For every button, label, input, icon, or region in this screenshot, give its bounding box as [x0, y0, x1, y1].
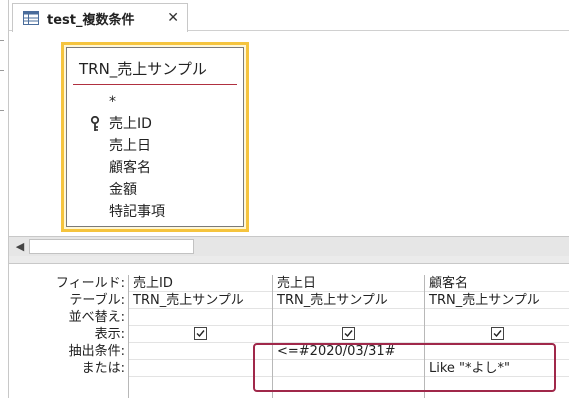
- grid-or-cell[interactable]: [129, 360, 272, 377]
- grid-criteria-cell[interactable]: <=#2020/03/31#: [273, 343, 424, 360]
- design-grid-area: フィールド: テーブル: 並べ替え: 表示: 抽出条件: または: 売上ID T…: [9, 265, 569, 398]
- checkbox-checked-icon[interactable]: [342, 327, 355, 340]
- table-field-list[interactable]: TRN_売上サンプル * 売上ID 売上日 顧客名 金額 特記事項: [61, 42, 249, 232]
- row-label-or: または:: [81, 361, 125, 376]
- row-labels: フィールド: テーブル: 並べ替え: 表示: 抽出条件: または:: [9, 275, 128, 377]
- checkbox-checked-icon[interactable]: [194, 327, 207, 340]
- grid-table-cell[interactable]: TRN_売上サンプル: [129, 292, 272, 309]
- strip-tick: [0, 40, 4, 41]
- grid-column: 売上日 TRN_売上サンプル <=#2020/03/31#: [272, 275, 424, 398]
- horizontal-scrollbar[interactable]: ◀: [9, 236, 569, 256]
- field-item-sales-date[interactable]: 売上日: [67, 135, 243, 157]
- grid-sort-cell[interactable]: [273, 309, 424, 326]
- left-strip: [0, 0, 9, 398]
- strip-tick: [0, 70, 4, 71]
- grid-or-cell[interactable]: [273, 360, 424, 377]
- query-design-area: TRN_売上サンプル * 売上ID 売上日 顧客名 金額 特記事項: [9, 32, 569, 236]
- grid-table-cell[interactable]: TRN_売上サンプル: [273, 292, 424, 309]
- grid-column: 顧客名 TRN_売上サンプル Like "*よし*": [424, 275, 569, 398]
- table-name[interactable]: TRN_売上サンプル: [79, 58, 207, 79]
- grid-field-cell[interactable]: 売上ID: [129, 275, 272, 292]
- field-item-amount[interactable]: 金額: [67, 179, 243, 201]
- grid-criteria-cell[interactable]: [129, 343, 272, 360]
- query-icon: [23, 11, 39, 25]
- grid-field-cell[interactable]: 顧客名: [425, 275, 569, 292]
- row-label-sort: 並べ替え:: [68, 310, 125, 325]
- grid-field-cell[interactable]: 売上日: [273, 275, 424, 292]
- row-label-criteria: 抽出条件:: [68, 344, 125, 359]
- title-divider: [73, 84, 237, 85]
- grid-criteria-cell[interactable]: [425, 343, 569, 360]
- tab-bar: test_複数条件 ✕: [9, 0, 569, 32]
- grid-sort-cell[interactable]: [425, 309, 569, 326]
- table-field-list-body: TRN_売上サンプル * 売上ID 売上日 顧客名 金額 特記事項: [66, 47, 244, 227]
- pane-splitter[interactable]: [9, 256, 569, 264]
- strip-tick: [0, 110, 4, 111]
- grid-show-cell[interactable]: [129, 326, 272, 343]
- design-grid: 売上ID TRN_売上サンプル 売上日 TRN_売上サンプル <=#2020/0…: [128, 275, 569, 398]
- tab-query[interactable]: test_複数条件 ✕: [12, 3, 188, 32]
- grid-show-cell[interactable]: [425, 326, 569, 343]
- scroll-left-icon[interactable]: ◀: [13, 239, 27, 254]
- checkbox-checked-icon[interactable]: [490, 327, 504, 340]
- close-icon[interactable]: ✕: [167, 10, 179, 26]
- grid-sort-cell[interactable]: [129, 309, 272, 326]
- field-list: * 売上ID 売上日 顧客名 金額 特記事項: [67, 91, 243, 223]
- field-item-customer[interactable]: 顧客名: [67, 157, 243, 179]
- row-label-table: テーブル:: [69, 293, 125, 308]
- grid-column: 売上ID TRN_売上サンプル: [128, 275, 272, 398]
- row-label-show: 表示:: [94, 327, 125, 342]
- field-item-sales-id[interactable]: 売上ID: [67, 113, 243, 135]
- grid-or-cell[interactable]: Like "*よし*": [425, 360, 569, 377]
- row-label-field: フィールド:: [55, 276, 125, 291]
- scrollbar-thumb[interactable]: [29, 239, 194, 254]
- grid-show-cell[interactable]: [273, 326, 424, 343]
- field-item-all[interactable]: *: [67, 91, 243, 113]
- grid-table-cell[interactable]: TRN_売上サンプル: [425, 292, 569, 309]
- key-icon: [90, 116, 100, 131]
- field-item-notes[interactable]: 特記事項: [67, 201, 243, 223]
- tab-title: test_複数条件: [47, 12, 135, 28]
